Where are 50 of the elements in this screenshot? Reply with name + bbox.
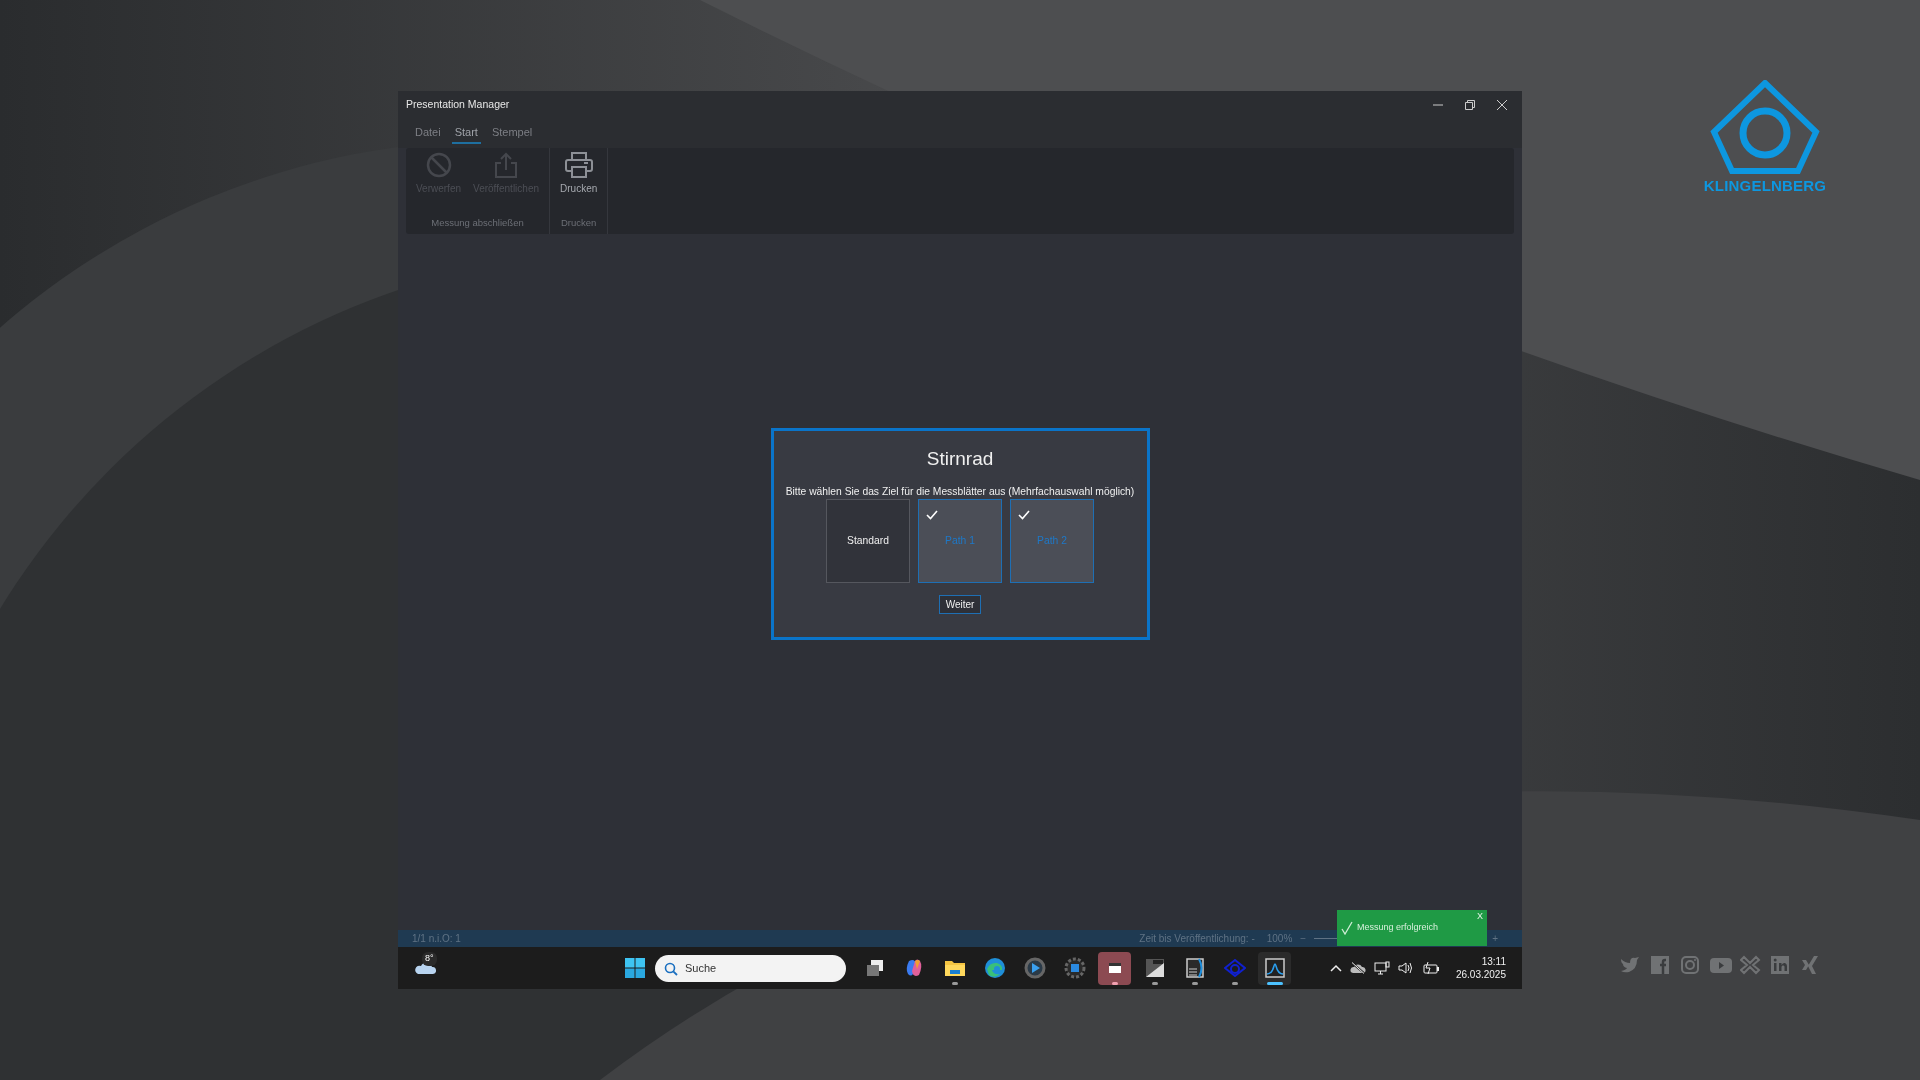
option-tile[interactable]: Standard xyxy=(826,498,910,583)
continue-button[interactable]: Weiter xyxy=(938,594,982,614)
cloud-icon[interactable] xyxy=(414,961,436,975)
network-icon[interactable] xyxy=(1373,960,1390,976)
check-icon xyxy=(926,509,938,520)
chevron-up-icon[interactable] xyxy=(1329,964,1342,972)
cloud-off-icon[interactable] xyxy=(1349,962,1366,974)
option-tile[interactable]: Path 1 xyxy=(918,498,1002,583)
brand-name: KLINGELNBERG xyxy=(1703,176,1827,196)
toast-close-button[interactable]: X xyxy=(1477,910,1483,924)
chart-icon xyxy=(1263,957,1286,979)
option-tile[interactable]: Path 2 xyxy=(1010,498,1094,583)
floppy-icon xyxy=(1183,957,1206,979)
close-icon xyxy=(1497,99,1507,110)
search-icon xyxy=(664,961,678,976)
window-title: Presentation Manager xyxy=(406,96,510,112)
menu-tab[interactable]: Start xyxy=(451,121,481,145)
dialog-prompt: Bitte wählen Sie das Ziel für die Messblätter aus (Mehrfachauswahl möglich) xyxy=(785,484,1135,499)
status-text: Zeit bis Veröffentlichung: - xyxy=(1139,932,1255,946)
group-label: Messung abschließen xyxy=(430,215,525,230)
toast-message: Messung erfolgreich xyxy=(1357,921,1439,935)
clock-date[interactable]: 26.03.2025 xyxy=(1455,968,1506,982)
dialog-title: Stirnrad xyxy=(926,447,994,471)
ribbon-button[interactable]: Drucken xyxy=(556,150,602,198)
check-icon xyxy=(1341,921,1353,935)
logo-icon xyxy=(1710,80,1820,175)
status-text: 1/1 n.i.O: 1 xyxy=(412,932,461,946)
zoom-out-button[interactable]: − xyxy=(1300,931,1307,946)
share-icon xyxy=(493,152,519,178)
check-icon xyxy=(1018,509,1030,520)
browser-icon xyxy=(983,957,1006,979)
clock-time[interactable]: 13:11 xyxy=(1455,954,1506,968)
taskbar-app[interactable] xyxy=(1258,951,1291,985)
menu-tab[interactable]: Stempel xyxy=(488,121,536,145)
search-field[interactable]: Suche xyxy=(655,954,846,982)
volume-icon[interactable] xyxy=(1397,961,1414,975)
group-label: Drucken xyxy=(559,215,598,230)
menu-tab[interactable]: Datei xyxy=(412,121,444,145)
weather-temperature: 8° xyxy=(422,952,437,966)
play-icon xyxy=(1023,957,1046,979)
taskbar-app[interactable] xyxy=(1098,951,1131,985)
eye-icon xyxy=(1223,957,1246,979)
printer-icon xyxy=(564,152,593,178)
zoom-in-button[interactable]: + xyxy=(1492,931,1498,946)
film-icon xyxy=(1143,957,1166,979)
gear-icon xyxy=(1063,957,1086,979)
battery-icon[interactable] xyxy=(1421,962,1440,974)
restore-icon xyxy=(1465,99,1475,110)
prohibited-icon xyxy=(425,152,452,178)
zoom-level: 100% xyxy=(1266,932,1293,946)
